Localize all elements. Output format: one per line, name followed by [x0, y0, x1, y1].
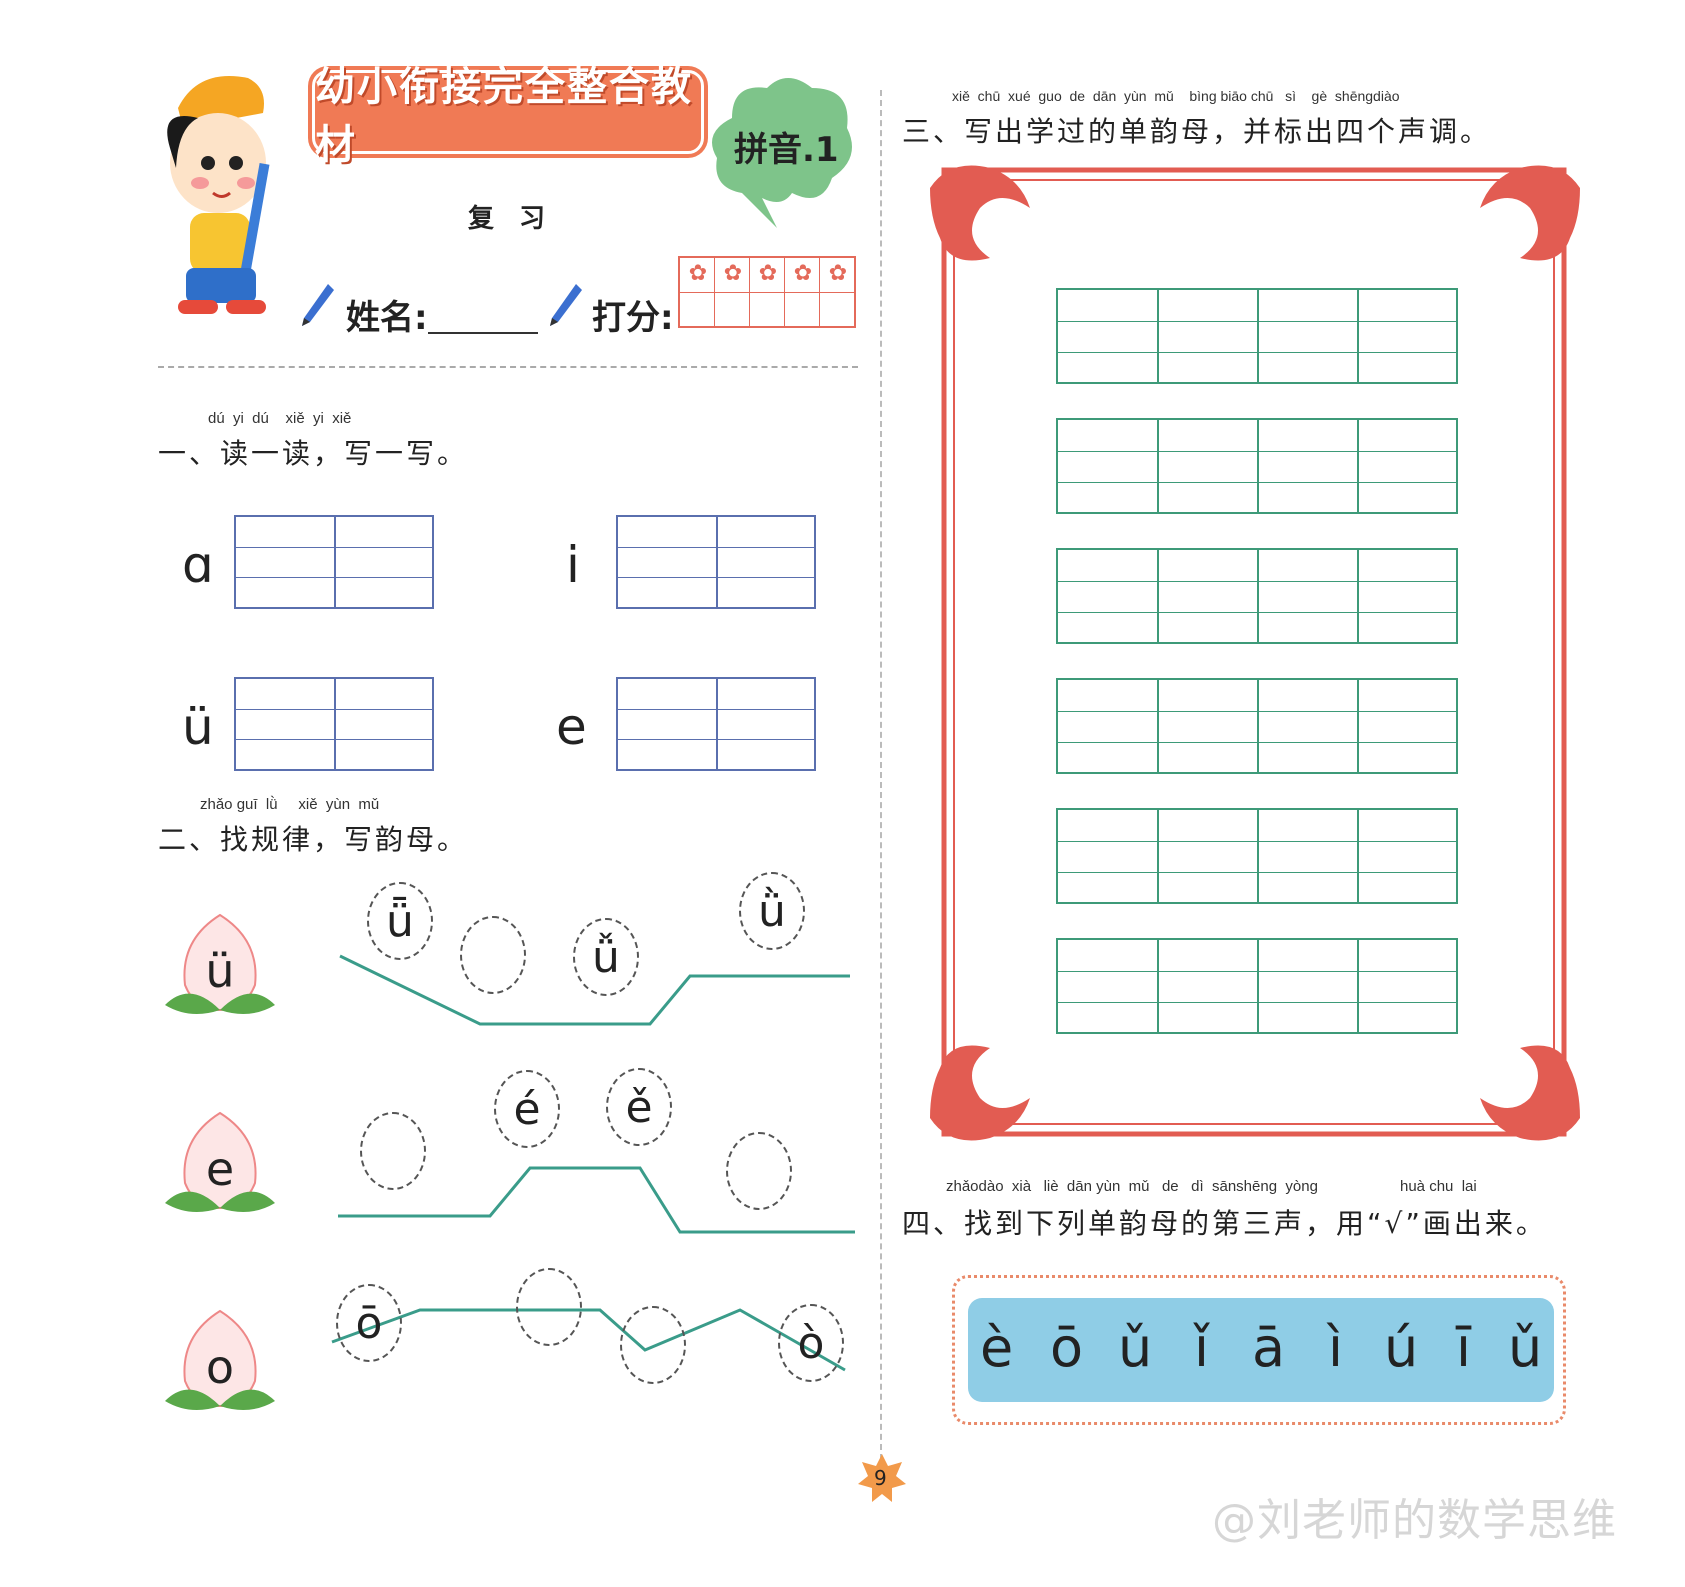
flower-icon: ✿: [758, 261, 778, 286]
flower-icon: ✿: [793, 261, 813, 286]
tone-circle[interactable]: ǜ: [739, 872, 805, 950]
section4-pinyin: zhǎodào xià liè dān yùn mǔ de dì sānshēn…: [946, 1178, 1318, 1195]
flower-icon: ✿: [828, 261, 848, 286]
writing-grid[interactable]: [1056, 938, 1458, 1034]
tone-circle[interactable]: ō: [336, 1284, 402, 1362]
tone-circle[interactable]: ǖ: [367, 882, 433, 960]
section4-title: 四、找到下列单韵母的第三声，用“√”画出来。: [902, 1207, 1547, 1240]
page-center-divider: [880, 90, 882, 1470]
vowel-letter: ü: [182, 698, 214, 756]
writing-grid[interactable]: [616, 515, 816, 609]
tone-circle[interactable]: [516, 1268, 582, 1346]
score-grid[interactable]: ✿ ✿ ✿ ✿ ✿: [678, 256, 856, 328]
writing-grid[interactable]: [234, 677, 434, 771]
score-label: 打分:: [592, 298, 674, 338]
vowel-option[interactable]: ǔ: [1118, 1316, 1152, 1379]
vowel-option[interactable]: ō: [1050, 1316, 1083, 1379]
vowel-option[interactable]: ā: [1252, 1316, 1285, 1379]
vowel-option[interactable]: è: [980, 1316, 1013, 1379]
vowel-letter: e: [556, 698, 587, 756]
section3-title: 三、写出学过的单韵母，并标出四个声调。: [902, 115, 1492, 148]
book-title-banner: 幼小衔接完全整合教材: [312, 64, 704, 168]
tone-circle[interactable]: [460, 916, 526, 994]
writing-grid[interactable]: [1056, 288, 1458, 384]
writing-grid[interactable]: [1056, 548, 1458, 644]
vowel-option[interactable]: ú: [1384, 1316, 1418, 1379]
watermark: @刘老师的数学思维: [1212, 1495, 1617, 1546]
vowel-options-bar: è ō ǔ ǐ ā ì ú ī ǔ: [968, 1298, 1554, 1402]
section4-pinyin: huà chu lai: [1400, 1178, 1477, 1195]
vowel-option[interactable]: ǔ: [1508, 1316, 1542, 1379]
writing-grid[interactable]: [1056, 808, 1458, 904]
peach-letter: o: [205, 1340, 235, 1394]
pencil-icon: [302, 284, 334, 326]
peach-letter: ü: [205, 944, 235, 998]
section2-title: 二、找规律，写韵母。: [158, 823, 469, 856]
tone-circle[interactable]: [620, 1306, 686, 1384]
writing-grid[interactable]: [616, 677, 816, 771]
section1-pinyin: dú yi dú xiě yi xiě: [208, 410, 352, 427]
name-field[interactable]: [428, 330, 538, 334]
vowel-option[interactable]: ì: [1328, 1316, 1343, 1379]
pencil-icon: [550, 284, 582, 326]
cloud-badge-label: 拼音.1: [734, 130, 839, 170]
section1-title: 一、读一读，写一写。: [158, 437, 469, 470]
tone-circle[interactable]: ě: [606, 1068, 672, 1146]
page-subtitle: 复 习: [468, 204, 554, 234]
vowel-letter: i: [566, 536, 580, 594]
flower-icon: ✿: [688, 261, 708, 286]
cartoon-boy-illustration: [167, 76, 270, 314]
peach-letter: e: [205, 1142, 235, 1196]
flower-icon: ✿: [723, 261, 743, 286]
page-number: 9: [874, 1466, 887, 1490]
tone-circle[interactable]: ǚ: [573, 918, 639, 996]
tone-circle[interactable]: [360, 1112, 426, 1190]
vowel-option[interactable]: ī: [1456, 1316, 1471, 1379]
section2-pinyin: zhǎo guī lǜ xiě yùn mǔ: [200, 796, 380, 813]
writing-grid[interactable]: [1056, 678, 1458, 774]
writing-grid[interactable]: [234, 515, 434, 609]
writing-grid[interactable]: [1056, 418, 1458, 514]
vowel-option[interactable]: ǐ: [1194, 1316, 1209, 1379]
dashed-divider: [158, 366, 858, 368]
vowel-letter: ɑ: [182, 536, 214, 594]
book-title: 幼小衔接完全整合教材: [315, 64, 693, 168]
section3-pinyin: xiě chū xué guo de dān yùn mǔ bìng biāo …: [952, 88, 1400, 104]
tone-circle[interactable]: ò: [778, 1304, 844, 1382]
name-label: 姓名:: [346, 298, 428, 338]
tone-circle[interactable]: [726, 1132, 792, 1210]
tone-circle[interactable]: é: [494, 1070, 560, 1148]
